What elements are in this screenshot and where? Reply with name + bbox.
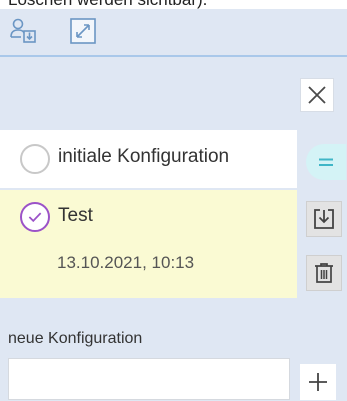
check-icon bbox=[28, 212, 42, 223]
user-load-button[interactable] bbox=[8, 16, 38, 46]
new-configuration-label: neue Konfiguration bbox=[8, 330, 143, 347]
configuration-item[interactable]: initiale Konfiguration bbox=[0, 130, 297, 188]
add-configuration-button[interactable] bbox=[300, 364, 336, 400]
radio-unselected[interactable] bbox=[20, 144, 50, 174]
expand-button[interactable] bbox=[68, 16, 98, 46]
toolbar bbox=[0, 9, 347, 57]
configuration-date: 13.10.2021, 10:13 bbox=[57, 253, 195, 272]
expand-icon bbox=[70, 18, 96, 44]
active-configuration-button[interactable] bbox=[306, 144, 346, 180]
delete-configuration-button[interactable] bbox=[306, 255, 342, 291]
trash-icon bbox=[315, 263, 333, 283]
user-load-icon bbox=[10, 18, 36, 43]
close-button[interactable] bbox=[300, 78, 334, 112]
configuration-name: initiale Konfiguration bbox=[58, 146, 230, 167]
save-download-icon bbox=[314, 209, 334, 229]
configuration-item-selected[interactable]: Test 13.10.2021, 10:13 bbox=[0, 190, 297, 298]
plus-icon bbox=[309, 373, 327, 391]
new-configuration-input[interactable] bbox=[8, 358, 290, 400]
close-icon bbox=[308, 86, 326, 104]
radio-selected[interactable] bbox=[20, 202, 50, 232]
equals-icon bbox=[319, 158, 333, 166]
save-configuration-button[interactable] bbox=[306, 201, 342, 237]
partial-caption-text: Löschen werden sichtbar). bbox=[0, 0, 347, 9]
configuration-name: Test bbox=[58, 205, 93, 226]
